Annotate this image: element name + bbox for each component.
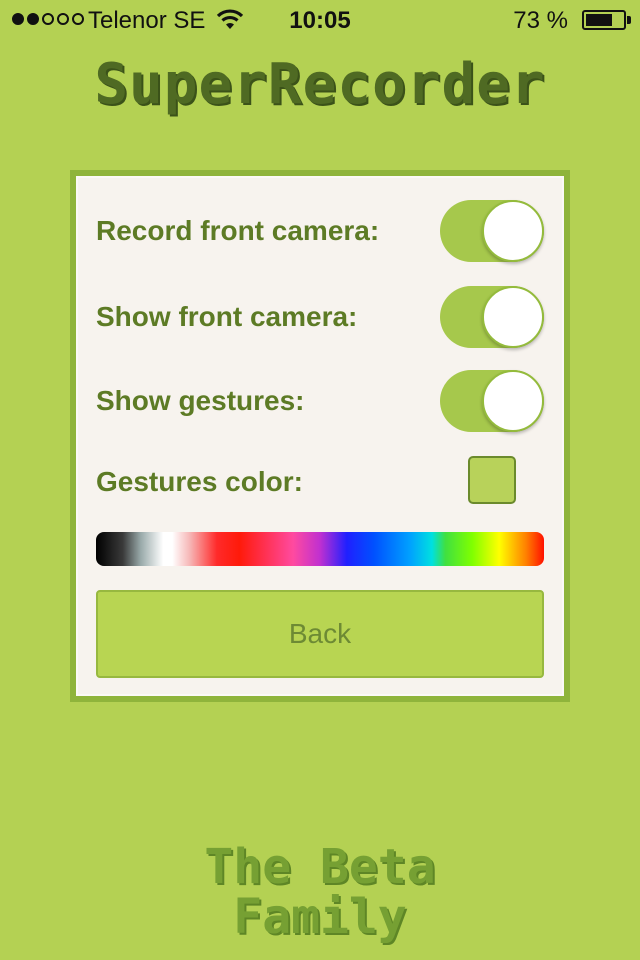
toggle-knob — [482, 200, 544, 262]
footer-text: The Beta Family — [204, 839, 436, 945]
gestures-color-row: Gestures color: — [96, 462, 303, 502]
show-gestures-label: Show gestures: — [96, 385, 305, 416]
toggle-knob — [482, 370, 544, 432]
battery-percentage: 73 % — [513, 7, 568, 34]
gestures-color-label: Gestures color: — [96, 466, 303, 497]
status-bar: Telenor SE 10:05 73 % — [0, 0, 640, 40]
show-gestures-toggle[interactable] — [440, 370, 544, 432]
footer-brand: The Beta Family — [0, 842, 640, 942]
color-spectrum-slider[interactable] — [96, 532, 544, 566]
gestures-color-swatch[interactable] — [468, 456, 516, 504]
record-front-camera-row: Record front camera: — [96, 211, 379, 251]
battery-tip — [627, 16, 631, 24]
back-button[interactable]: Back — [96, 590, 544, 678]
show-front-camera-row: Show front camera: — [96, 297, 357, 337]
show-front-camera-label: Show front camera: — [96, 301, 358, 332]
show-gestures-row: Show gestures: — [96, 381, 304, 421]
app-title: SuperRecorder — [94, 52, 546, 117]
record-front-camera-toggle[interactable] — [440, 200, 544, 262]
show-front-camera-toggle[interactable] — [440, 286, 544, 348]
battery-icon — [582, 10, 626, 30]
toggle-knob — [482, 286, 544, 348]
battery-level — [586, 14, 613, 26]
settings-panel: Record front camera: Show front camera: … — [70, 170, 570, 702]
record-front-camera-label: Record front camera: — [96, 215, 380, 246]
